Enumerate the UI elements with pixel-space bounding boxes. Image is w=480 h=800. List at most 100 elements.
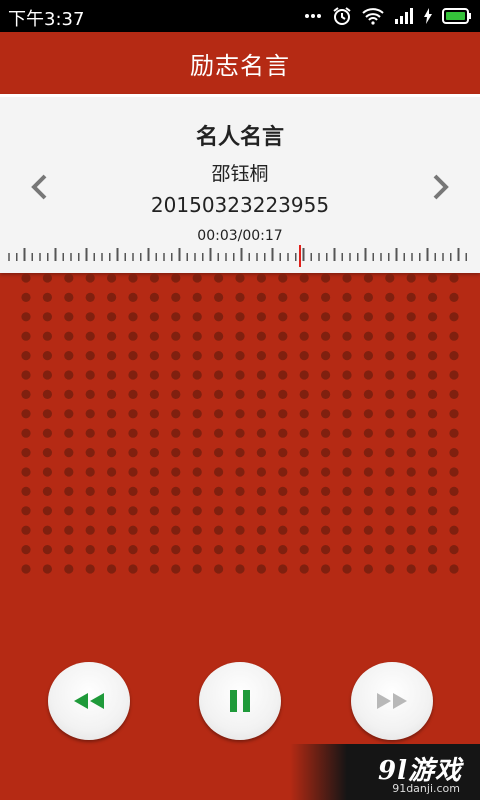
- speaker-dot: [85, 545, 95, 555]
- speaker-dot: [235, 331, 245, 341]
- speaker-dot: [363, 525, 373, 535]
- speaker-dot: [42, 545, 53, 555]
- speaker-dot: [85, 564, 95, 574]
- speaker-dot: [428, 506, 438, 516]
- speaker-dot: [299, 448, 309, 458]
- speaker-dot: [256, 389, 266, 399]
- speaker-dot: [149, 486, 159, 496]
- speaker-dot: [299, 331, 309, 341]
- speaker-dot: [256, 273, 266, 283]
- record-number: 20150323223955: [150, 193, 330, 217]
- speaker-dot: [235, 370, 245, 380]
- speaker-dot: [128, 331, 138, 341]
- speaker-dot: [214, 389, 224, 399]
- speaker-dot: [256, 564, 266, 574]
- speaker-dot: [171, 292, 181, 302]
- fast-forward-button[interactable]: [351, 662, 433, 740]
- speaker-dot: [192, 506, 202, 516]
- speaker-dot: [235, 506, 245, 516]
- speaker-dot: [171, 370, 181, 380]
- speaker-dot: [385, 273, 395, 283]
- speaker-dot: [64, 525, 74, 535]
- speaker-dot: [256, 448, 266, 458]
- speaker-dot: [21, 506, 31, 516]
- speaker-dot: [192, 525, 202, 535]
- speaker-dot: [85, 409, 95, 419]
- speaker-dot: [428, 273, 438, 283]
- speaker-dot: [107, 292, 117, 302]
- speaker-dot: [171, 448, 181, 458]
- status-icons: [304, 5, 472, 27]
- speaker-dot: [278, 351, 288, 361]
- speaker-dot: [256, 467, 266, 477]
- playback-time: 00:03/00:17: [197, 228, 283, 244]
- speaker-dot: [406, 467, 416, 477]
- speaker-dot: [449, 351, 459, 361]
- speaker-dot: [428, 312, 438, 322]
- speaker-dot: [192, 564, 202, 574]
- speaker-dot: [85, 525, 95, 535]
- speaker-dot: [256, 525, 266, 535]
- speaker-dot: [85, 428, 95, 438]
- speaker-dot: [214, 525, 224, 535]
- speaker-dot: [149, 292, 159, 302]
- speaker-dot: [299, 292, 309, 302]
- speaker-dot: [342, 312, 352, 322]
- rewind-button[interactable]: [48, 662, 130, 740]
- speaker-dot: [214, 292, 224, 302]
- speaker-dot: [235, 564, 245, 574]
- speaker-dot: [171, 564, 181, 574]
- speaker-dot: [64, 351, 74, 361]
- speaker-dot: [449, 409, 459, 419]
- speaker-dot: [428, 467, 438, 477]
- speaker-dot: [321, 448, 331, 458]
- speaker-dot: [235, 545, 245, 555]
- speaker-dot: [278, 331, 288, 341]
- speaker-dot: [85, 486, 95, 496]
- title-bar: 励志名言: [0, 32, 480, 94]
- speaker-dot: [299, 351, 309, 361]
- speaker-dot: [21, 409, 31, 419]
- speaker-dot: [107, 506, 117, 516]
- speaker-dot: [256, 428, 266, 438]
- speaker-dot: [428, 409, 438, 419]
- speaker-dot: [449, 292, 459, 302]
- pause-button[interactable]: [199, 662, 281, 740]
- speaker-dot: [385, 486, 395, 496]
- speaker-dot: [64, 506, 74, 516]
- playback-ruler[interactable]: [0, 245, 480, 271]
- speaker-dot: [128, 564, 138, 574]
- speaker-dot: [235, 448, 245, 458]
- speaker-dot: [406, 370, 416, 380]
- speaker-dot: [406, 409, 416, 419]
- speaker-dot: [107, 545, 117, 555]
- speaker-dot: [128, 389, 138, 399]
- speaker-dot: [342, 428, 352, 438]
- author-name: 邵钰桐: [211, 163, 269, 185]
- speaker-dot: [428, 525, 438, 535]
- speaker-dot: [42, 370, 53, 380]
- speaker-dot: [299, 486, 309, 496]
- speaker-dot: [214, 448, 224, 458]
- speaker-dot: [42, 486, 53, 496]
- speaker-dot: [363, 545, 373, 555]
- speaker-dot: [128, 525, 138, 535]
- rewind-icon: [74, 693, 104, 709]
- speaker-dot: [321, 409, 331, 419]
- speaker-dot: [235, 525, 245, 535]
- speaker-dot: [128, 506, 138, 516]
- speaker-dot: [21, 389, 31, 399]
- speaker-dot: [214, 428, 224, 438]
- speaker-dot: [321, 506, 331, 516]
- watermark: 9l游戏 91danji.com: [290, 744, 480, 800]
- speaker-dot: [385, 409, 395, 419]
- charging-icon: [424, 8, 432, 24]
- speaker-dot: [321, 486, 331, 496]
- speaker-dot: [107, 448, 117, 458]
- speaker-dot: [214, 370, 224, 380]
- speaker-dot: [235, 292, 245, 302]
- speaker-dot: [299, 506, 309, 516]
- speaker-dot: [64, 564, 74, 574]
- speaker-dot: [149, 564, 159, 574]
- speaker-dot: [64, 409, 74, 419]
